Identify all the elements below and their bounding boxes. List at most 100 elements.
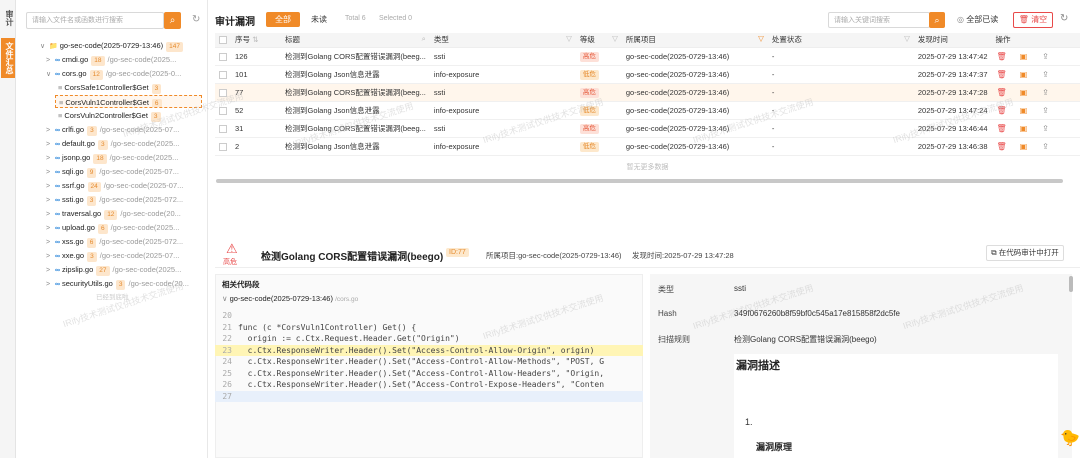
tree-item[interactable]: > ∞ jsonp.go 18/go-sec-code(2025...	[46, 151, 178, 164]
chevron-down-icon[interactable]: ∨	[46, 68, 55, 80]
chevron-right-icon[interactable]: >	[46, 222, 55, 234]
count-badge: 3	[115, 280, 126, 290]
code-header: 相关代码段	[222, 280, 260, 289]
open-in-code-audit-button[interactable]: ⧉ 在代码审计中打开	[986, 245, 1064, 261]
refresh-icon[interactable]: ↻	[1060, 13, 1068, 24]
tree-item[interactable]: ∨ ∞ cors.go 12/go-sec-code(2025-0...	[46, 67, 181, 80]
delete-icon[interactable]: 🗑	[996, 142, 1008, 151]
table-row[interactable]: 101 检测到Golang Json信息泄露 info-exposure 低危 go-s…	[215, 65, 1080, 84]
table-row[interactable]: 52 检测到Golang Json信息泄露 info-exposure 低危 go-se…	[215, 101, 1080, 120]
select-all-checkbox[interactable]	[219, 36, 227, 45]
clear-button[interactable]: 🗑 清空	[1013, 12, 1053, 28]
keyword-search-button[interactable]: ⌕	[929, 12, 945, 28]
description-subtitle: 漏洞原理	[756, 442, 793, 452]
chevron-right-icon[interactable]: >	[46, 208, 55, 220]
horizontal-scrollbar[interactable]	[216, 179, 1063, 183]
tree-item[interactable]: > ∞ traversal.go 12/go-sec-code(20...	[46, 207, 181, 220]
image-icon[interactable]: ▣	[1018, 88, 1030, 97]
delete-icon[interactable]: 🗑	[996, 88, 1008, 97]
cell-id: 31	[235, 123, 244, 133]
tree-item[interactable]: > ∞ securityUtils.go 3/go-sec-code(20...	[46, 277, 189, 290]
row-checkbox[interactable]	[219, 106, 227, 115]
file-search-input[interactable]: 请输入文件名或函数进行搜索	[26, 12, 164, 29]
table-row[interactable]: 31 检测到Golang CORS配置错误漏洞(beeg... ssti 高危 go-s…	[215, 119, 1080, 138]
filter-icon[interactable]: ▽	[612, 34, 618, 43]
filter-icon[interactable]: ▽	[758, 34, 764, 43]
search-icon[interactable]: ⌕	[422, 34, 426, 44]
tree-item[interactable]: ≡ CorsSafe1Controller$Get 3	[58, 81, 164, 94]
delete-icon[interactable]: 🗑	[996, 106, 1008, 115]
image-icon[interactable]: ▣	[1018, 124, 1030, 133]
function-icon: ≡	[58, 111, 63, 120]
tree-item[interactable]: > ∞ sqli.go 9/go-sec-code(2025-07...	[46, 165, 179, 178]
sort-icon[interactable]: ⇅	[252, 35, 258, 44]
table-row[interactable]: 77 检测到Golang CORS配置错误漏洞(beeg... ssti 高危 go-s…	[215, 83, 1080, 102]
tree-item[interactable]: > ∞ default.go 3/go-sec-code(2025...	[46, 137, 179, 150]
description-title: 漏洞描述	[736, 360, 780, 372]
chevron-right-icon[interactable]: >	[46, 236, 55, 248]
chevron-down-icon[interactable]: ∨	[40, 40, 49, 52]
image-icon[interactable]: ▣	[1018, 142, 1030, 151]
delete-icon[interactable]: 🗑	[996, 52, 1008, 61]
code-file[interactable]: ∨ go-sec-code(2025-0729-13:46) /cors.go	[222, 294, 358, 303]
cell-type: info-exposure	[433, 141, 480, 151]
export-icon[interactable]: ⇪	[1040, 142, 1052, 151]
eye-icon: ◎	[957, 15, 967, 24]
filter-icon[interactable]: ▽	[566, 34, 572, 43]
table-row[interactable]: 2 检测到Golang Json信息泄露 info-exposure 低危 go-sec…	[215, 137, 1080, 156]
mark-all-read-button[interactable]: ◎ 全部已读	[957, 12, 998, 28]
tree-item[interactable]: > ∞ zipslip.go 27/go-sec-code(2025...	[46, 263, 181, 276]
tab-audit[interactable]: 审计	[1, 6, 15, 30]
export-icon[interactable]: ⇪	[1040, 88, 1052, 97]
line-text: func (c *CorsVuln1Controller) Get() {	[238, 322, 417, 332]
page-title: 审计漏洞	[215, 17, 255, 28]
tree-item[interactable]: ≡ CorsVuln2Controller$Get 3	[58, 109, 164, 122]
image-icon[interactable]: ▣	[1018, 52, 1030, 61]
mascot-icon[interactable]: 🐤	[1060, 428, 1080, 448]
chevron-right-icon[interactable]: >	[46, 138, 55, 150]
vertical-scrollbar[interactable]	[1069, 276, 1073, 292]
tree-item[interactable]: > ∞ xss.go 6/go-sec-code(2025-072...	[46, 235, 183, 248]
tab-unread[interactable]: 未读	[304, 12, 334, 27]
export-icon[interactable]: ⇪	[1040, 124, 1052, 133]
tree-item[interactable]: > ∞ upload.go 6/go-sec-code(2025...	[46, 221, 179, 234]
tree-item[interactable]: ≡ CorsVuln1Controller$Get 6	[55, 95, 202, 108]
delete-icon[interactable]: 🗑	[996, 70, 1008, 79]
keyword-search-input[interactable]: 请输入关键词搜索	[828, 12, 930, 28]
search-button[interactable]: ⌕	[164, 12, 181, 29]
image-icon[interactable]: ▣	[1018, 106, 1030, 115]
row-checkbox[interactable]	[219, 52, 227, 61]
tab-file-summary[interactable]: 文件汇总	[1, 38, 15, 78]
chevron-right-icon[interactable]: >	[46, 264, 55, 276]
refresh-icon[interactable]: ↻	[192, 14, 200, 25]
chevron-right-icon[interactable]: >	[46, 166, 55, 178]
export-icon[interactable]: ⇪	[1040, 70, 1052, 79]
chevron-right-icon[interactable]: >	[46, 194, 55, 206]
chevron-right-icon[interactable]: >	[46, 124, 55, 136]
go-file-icon: ∞	[55, 281, 60, 288]
export-icon[interactable]: ⇪	[1040, 106, 1052, 115]
row-checkbox[interactable]	[219, 70, 227, 79]
row-checkbox[interactable]	[219, 142, 227, 151]
filter-icon[interactable]: ▽	[904, 34, 910, 43]
tree-item-path: /go-sec-code(2025-07...	[103, 181, 184, 190]
tree-item[interactable]: > ∞ crlfi.go 3/go-sec-code(2025-07...	[46, 123, 179, 136]
tree-root[interactable]: ∨ 📁 go-sec-code(2025-0729-13:46) 147	[40, 39, 186, 52]
tree-item[interactable]: > ∞ cmdi.go 18/go-sec-code(2025...	[46, 53, 176, 66]
tab-all[interactable]: 全部	[266, 12, 300, 27]
delete-icon[interactable]: 🗑	[996, 124, 1008, 133]
chevron-right-icon[interactable]: >	[46, 278, 55, 290]
image-icon[interactable]: ▣	[1018, 70, 1030, 79]
tree-item-label: sqli.go	[62, 167, 84, 176]
table-row[interactable]: 126 检测到Golang CORS配置错误漏洞(beeg... ssti 高危 go-…	[215, 47, 1080, 66]
tree-item[interactable]: > ∞ ssrf.go 24/go-sec-code(2025-07...	[46, 179, 183, 192]
chevron-right-icon[interactable]: >	[46, 54, 55, 66]
chevron-right-icon[interactable]: >	[46, 250, 55, 262]
row-checkbox[interactable]	[219, 88, 227, 97]
export-icon[interactable]: ⇪	[1040, 52, 1052, 61]
chevron-right-icon[interactable]: >	[46, 152, 55, 164]
tree-item[interactable]: > ∞ ssti.go 3/go-sec-code(2025-072...	[46, 193, 183, 206]
tree-item[interactable]: > ∞ xxe.go 3/go-sec-code(2025-07...	[46, 249, 179, 262]
row-checkbox[interactable]	[219, 124, 227, 133]
chevron-right-icon[interactable]: >	[46, 180, 55, 192]
